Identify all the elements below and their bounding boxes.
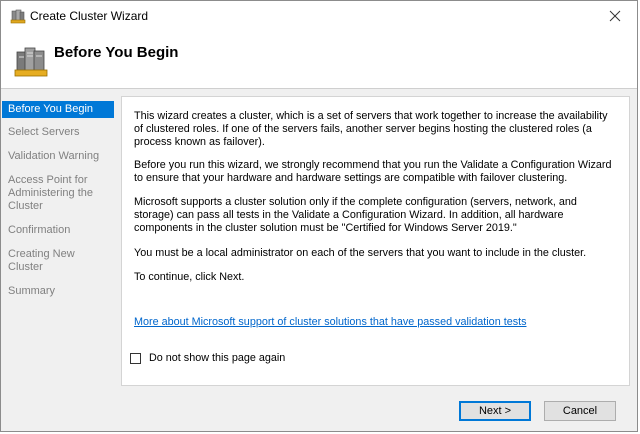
- cluster-app-icon: [10, 8, 26, 24]
- content-panel: This wizard creates a cluster, which is …: [121, 96, 630, 386]
- intro-paragraph: This wizard creates a cluster, which is …: [134, 110, 608, 149]
- validate-paragraph: Before you run this wizard, we strongly …: [134, 159, 612, 185]
- title-bar: Create Cluster Wizard: [1, 1, 637, 31]
- nav-step-before-you-begin: Before You Begin: [2, 101, 114, 118]
- close-icon: [609, 10, 621, 22]
- nav-step-select-servers: Select Servers: [8, 126, 80, 138]
- cluster-servers-icon: [14, 44, 48, 78]
- wizard-steps-nav: Before You Begin Select Servers Validati…: [2, 101, 114, 307]
- cancel-button[interactable]: Cancel: [544, 401, 616, 421]
- dont-show-again-label: Do not show this page again: [149, 352, 286, 364]
- support-info-link[interactable]: More about Microsoft support of cluster …: [134, 316, 527, 328]
- dont-show-again-row[interactable]: Do not show this page again: [130, 352, 285, 364]
- nav-step-creating-new-cluster: Creating New Cluster: [8, 248, 75, 273]
- dont-show-again-checkbox[interactable]: [130, 352, 141, 364]
- close-button[interactable]: [593, 1, 637, 31]
- nav-step-confirmation: Confirmation: [8, 224, 71, 236]
- wizard-header: Before You Begin: [1, 31, 637, 89]
- window-title: Create Cluster Wizard: [30, 9, 149, 23]
- nav-step-access-point: Access Point for Administering the Clust…: [8, 174, 93, 212]
- nav-step-summary: Summary: [8, 285, 56, 297]
- continue-paragraph: To continue, click Next.: [134, 271, 245, 283]
- admin-paragraph: You must be a local administrator on eac…: [134, 247, 587, 259]
- next-button[interactable]: Next >: [459, 401, 531, 421]
- nav-step-validation-warning: Validation Warning: [8, 150, 100, 162]
- page-title: Before You Begin: [54, 44, 179, 61]
- wizard-window: Create Cluster Wizard Before You Begin B: [0, 0, 638, 432]
- support-paragraph: Microsoft supports a cluster solution on…: [134, 196, 577, 235]
